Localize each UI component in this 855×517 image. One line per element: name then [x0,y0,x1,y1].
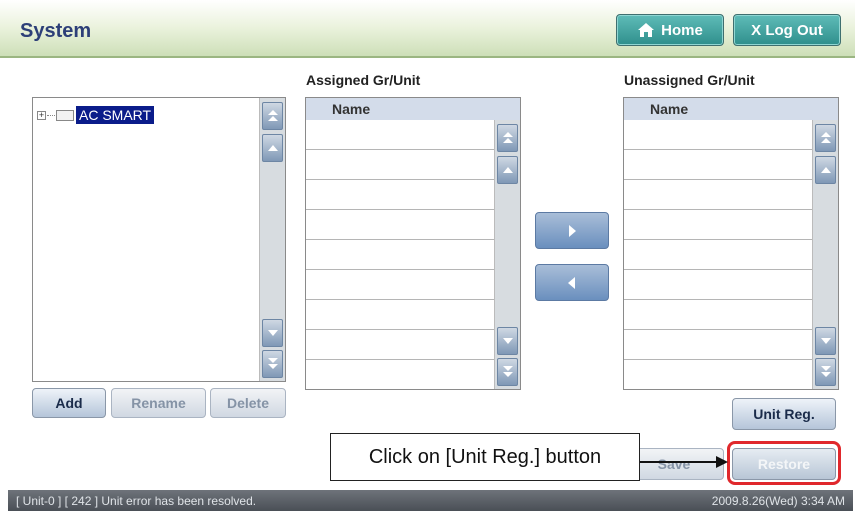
list-row[interactable] [624,300,812,330]
arrow-right-icon [569,224,576,237]
list-row[interactable] [306,330,494,360]
highlight-box [727,441,841,485]
list-row[interactable] [624,270,812,300]
system-screen: System Home X Log Out Assigned Gr/Unit U… [0,0,855,517]
header-bar: System Home X Log Out [0,0,855,58]
scroll-up-icon[interactable] [497,156,518,184]
scroll-down-icon[interactable] [497,327,518,355]
status-bar: [ Unit-0 ] [ 242 ] Unit error has been r… [8,490,853,511]
list-row[interactable] [624,120,812,150]
delete-button[interactable]: Delete [210,388,286,418]
list-row[interactable] [624,180,812,210]
scroll-up-icon[interactable] [262,134,283,162]
assigned-name-column: Name [306,98,520,120]
add-button[interactable]: Add [32,388,106,418]
list-row[interactable] [306,150,494,180]
page-title: System [20,20,92,42]
folder-icon [56,109,74,121]
home-button[interactable]: Home [616,14,724,46]
status-message: [ Unit-0 ] [ 242 ] Unit error has been r… [16,494,257,508]
scroll-top-icon[interactable] [497,124,518,152]
callout-arrow-icon [640,456,728,468]
assigned-label: Assigned Gr/Unit [306,72,421,88]
scroll-bottom-icon[interactable] [262,350,283,378]
list-row[interactable] [306,120,494,150]
unassigned-list[interactable]: Name [623,97,839,390]
scroll-up-icon[interactable] [815,156,836,184]
scroll-bottom-icon[interactable] [815,358,836,386]
logout-button[interactable]: X Log Out [733,14,841,46]
unassigned-scrollbar[interactable] [812,120,838,389]
list-row[interactable] [624,210,812,240]
instruction-callout: Click on [Unit Reg.] button [330,433,640,481]
list-row[interactable] [306,180,494,210]
list-row[interactable] [306,240,494,270]
scroll-top-icon[interactable] [815,124,836,152]
expand-icon[interactable]: + [37,110,46,120]
assigned-list[interactable]: Name [305,97,521,390]
scroll-down-icon[interactable] [815,327,836,355]
unassigned-label: Unassigned Gr/Unit [624,72,755,88]
list-row[interactable] [306,270,494,300]
rename-button[interactable]: Rename [111,388,206,418]
group-tree[interactable]: + AC SMART [32,97,286,382]
assign-right-button[interactable] [535,212,609,249]
list-row[interactable] [306,210,494,240]
home-button-label: Home [661,21,703,39]
status-datetime: 2009.8.26(Wed) 3:34 AM [711,494,845,508]
unit-reg-button[interactable]: Unit Reg. [732,398,836,430]
list-row[interactable] [624,240,812,270]
tree-scrollbar[interactable] [259,98,285,381]
list-row[interactable] [624,330,812,360]
unassigned-name-column: Name [624,98,838,120]
tree-node-ac-smart[interactable]: + AC SMART [37,106,155,124]
scroll-down-icon[interactable] [262,319,283,347]
tree-connector [47,114,55,116]
list-row[interactable] [624,150,812,180]
tree-node-label: AC SMART [76,106,155,124]
assigned-scrollbar[interactable] [494,120,520,389]
scroll-bottom-icon[interactable] [497,358,518,386]
home-icon [637,22,655,38]
list-row[interactable] [306,300,494,330]
scroll-top-icon[interactable] [262,102,283,130]
unassign-left-button[interactable] [535,264,609,301]
arrow-left-icon [568,276,575,289]
logout-button-label: X Log Out [751,21,823,39]
